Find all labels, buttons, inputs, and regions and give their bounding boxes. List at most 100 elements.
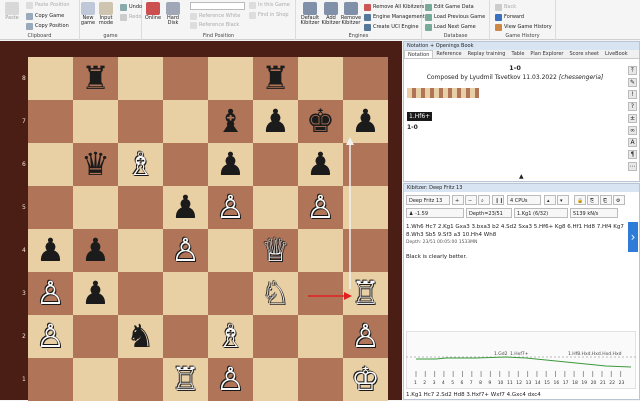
rank-label: 5: [22, 204, 26, 211]
notation-sidebar: ⤒ ✎ ! ? ± ∞ A ¶ ⋯: [626, 64, 640, 180]
search-scope-select[interactable]: [190, 2, 245, 10]
forward-button[interactable]: Forward: [495, 13, 524, 22]
graph-tick-label: 16: [554, 380, 560, 386]
notation-tabs: Notation Reference Replay training Table Pla…: [404, 50, 639, 59]
lines-down-icon[interactable]: ▾: [557, 195, 569, 205]
add-kibitzer-button[interactable]: Add Kibitzer: [320, 2, 342, 26]
view-game-history-button[interactable]: View Game History: [495, 23, 552, 32]
paste-button[interactable]: Paste: [2, 2, 22, 21]
reference-black-button[interactable]: Reference Black: [190, 21, 239, 30]
load-previous-game-button[interactable]: Load Previous Game: [425, 13, 485, 22]
paste-icon[interactable]: ⎗: [600, 195, 612, 205]
game-label: game: [103, 33, 118, 39]
graph-tick-label: 1: [414, 380, 417, 386]
graph-tick-label: 9: [488, 380, 491, 386]
remove-kibitzer-button[interactable]: Remove Kibitzer: [340, 2, 362, 26]
notation-sidebar-btn-8[interactable]: ¶: [628, 150, 637, 159]
game-history-label: Game History: [505, 33, 540, 39]
hard-disk-button[interactable]: Hard Disk: [163, 2, 183, 26]
cpu-count[interactable]: 4 CPUs: [507, 195, 541, 205]
notation-panel: Notation + Openings Book Notation Referen…: [403, 41, 640, 182]
expand-arrow-icon[interactable]: ›: [628, 222, 638, 252]
back-button[interactable]: Back: [495, 3, 516, 12]
notation-sidebar-btn-4[interactable]: ?: [628, 102, 637, 111]
lines-up-icon[interactable]: ▴: [544, 195, 556, 205]
plus-button[interactable]: +: [452, 195, 464, 205]
redo-button[interactable]: Redo: [120, 13, 142, 22]
rank-label: 2: [22, 333, 26, 340]
notation-sidebar-btn-9[interactable]: ⋯: [628, 162, 637, 171]
graph-tick-label: 20: [591, 380, 597, 386]
notation-panel-title: Notation + Openings Book: [404, 42, 639, 50]
graph-tick-label: 18: [572, 380, 578, 386]
game-group: New game Input mode Undo Redo game: [80, 0, 142, 40]
default-kibitzer-button[interactable]: Default Kibitzer: [299, 2, 321, 26]
composer-line: Composed by Lyudmil Tsvetkov 11.03.2022 …: [404, 74, 626, 81]
graph-tick-label: 2: [423, 380, 426, 386]
notation-tab[interactable]: Replay training: [465, 50, 509, 58]
notation-tab[interactable]: LiveBook: [602, 50, 631, 58]
kibitzer-panel-title: Kibitzer: Deep Fritz 13: [404, 184, 639, 192]
edit-game-data-button[interactable]: Edit Game Data: [425, 3, 474, 12]
red-arrow-head: [344, 292, 352, 300]
copy-icon[interactable]: ⎘: [587, 195, 599, 205]
notation-sidebar-btn-6[interactable]: ∞: [628, 126, 637, 135]
undo-button[interactable]: Undo: [120, 3, 142, 12]
notation-tab[interactable]: Notation: [404, 50, 434, 58]
final-result: 1-0: [407, 124, 418, 131]
settings-icon[interactable]: ⚙: [613, 195, 625, 205]
notation-sidebar-btn-1[interactable]: ⤒: [628, 66, 637, 75]
reference-white-button[interactable]: Reference White: [190, 12, 240, 21]
graph-tick-label: 3: [433, 380, 436, 386]
lock-icon[interactable]: 🔒: [574, 195, 586, 205]
graph-tick-label: 8: [479, 380, 482, 386]
input-mode-button[interactable]: Input mode: [96, 2, 116, 26]
pv-line: 1.Wh6 Hc7 2.Kg1 Gxa3 3.bxa3 b2 4.Sd2 Sxa…: [406, 224, 624, 238]
copy-position-button[interactable]: Copy Position: [26, 22, 69, 31]
graph-tick-label: 10: [498, 380, 504, 386]
create-uci-engine-button[interactable]: Create UCI Engine: [364, 23, 419, 32]
find-in-shop-button[interactable]: Find in Shop: [249, 11, 289, 20]
engine-comment: Black is clearly better.: [406, 254, 467, 260]
notation-sidebar-btn-3[interactable]: !: [628, 90, 637, 99]
find-position-group: Online Hard Disk Reference White Referen…: [142, 0, 296, 40]
graph-tick-label: 14: [535, 380, 541, 386]
graph-label-1: 1.Gd2: [494, 351, 508, 357]
notation-tab[interactable]: Plan Explorer: [527, 50, 566, 58]
copy-game-button[interactable]: Copy Game: [26, 12, 64, 21]
search-icon[interactable]: ⌕: [478, 195, 490, 205]
eval-icon: ♟: [409, 211, 414, 217]
pause-button[interactable]: ❙❙: [492, 195, 504, 205]
eval-value: -1.59: [415, 211, 429, 217]
engine-management-button[interactable]: Engine Management: [364, 13, 425, 22]
evaluation: ♟ -1.59: [406, 208, 464, 218]
graph-tick-label: 15: [544, 380, 550, 386]
notation-tab[interactable]: Score sheet: [566, 50, 601, 58]
composer-source: [chessengeria]: [558, 74, 604, 81]
find-position-label: Find Position: [202, 33, 235, 39]
graph-tick-label: 7: [470, 380, 473, 386]
notation-tab[interactable]: Table: [508, 50, 527, 58]
load-next-game-button[interactable]: Load Next Game: [425, 23, 476, 32]
minus-button[interactable]: −: [465, 195, 477, 205]
new-game-button[interactable]: New game: [78, 2, 98, 26]
move-1[interactable]: 1.Hf6+: [407, 112, 433, 121]
notation-tab[interactable]: Reference: [433, 50, 464, 58]
composer-text: Composed by Lyudmil Tsvetkov 11.03.2022: [426, 74, 557, 81]
kibitzer-panel: Kibitzer: Deep Fritz 13 Deep Fritz 13 + …: [403, 183, 640, 400]
notation-sidebar-btn-5[interactable]: ±: [628, 114, 637, 123]
engine-name[interactable]: Deep Fritz 13: [406, 195, 450, 205]
graph-tick-label: 4: [442, 380, 445, 386]
notation-sidebar-btn-7[interactable]: A: [628, 138, 637, 147]
remove-all-kibitzers-button[interactable]: Remove All Kibitzers: [364, 3, 424, 12]
graph-tick-label: 23: [619, 380, 625, 386]
paste-position-button[interactable]: Paste Position: [26, 1, 70, 10]
in-this-game-button[interactable]: In this Game: [249, 1, 290, 10]
graph-tick-label: 11: [507, 380, 513, 386]
rank-label: 7: [22, 118, 26, 125]
database-label: Database: [443, 33, 468, 39]
online-button[interactable]: Online: [143, 2, 163, 21]
panel-splitter-icon[interactable]: ▲: [519, 173, 524, 180]
engines-group: Default Kibitzer Add Kibitzer Remove Kib…: [296, 0, 425, 40]
notation-sidebar-btn-2[interactable]: ✎: [628, 78, 637, 87]
